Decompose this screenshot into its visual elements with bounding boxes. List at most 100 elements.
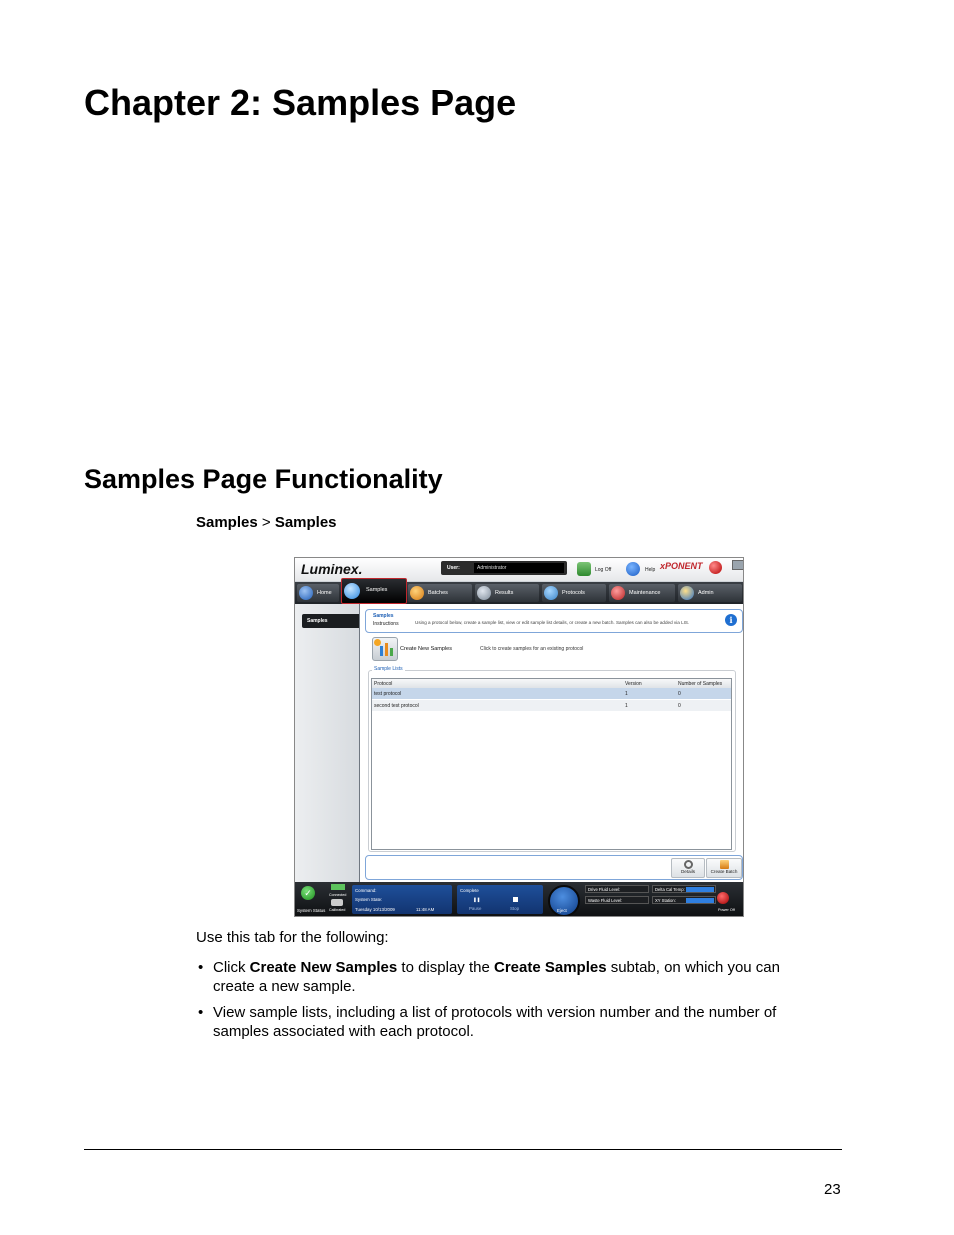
delta-cal-label: Delta Cal Temp:: [655, 887, 685, 892]
create-batch-label: Create Batch: [710, 869, 738, 874]
table-cell: 1: [625, 703, 628, 709]
tab-protocols[interactable]: Protocols: [542, 584, 606, 602]
samples-icon: [344, 583, 360, 599]
breadcrumb: Samples > Samples: [196, 514, 337, 531]
nav-bar: Home Samples Batches Results Protocols M…: [295, 578, 743, 604]
tab-samples[interactable]: Samples: [341, 578, 407, 604]
log-off-icon[interactable]: [577, 562, 591, 576]
home-icon: [299, 586, 313, 600]
tab-label: Results: [495, 590, 514, 596]
drive-fluid-label: Drive Fluid Level:: [588, 887, 621, 892]
user-box: User: Administrator: [441, 561, 567, 575]
user-label: User:: [447, 565, 460, 571]
section-title: Samples Page Functionality: [84, 464, 443, 494]
bullet-text: to display the: [397, 959, 494, 976]
power-off-label: Power Off: [718, 908, 735, 912]
maintenance-icon: [611, 586, 625, 600]
create-new-samples-description: Click to create samples for an existing …: [480, 646, 584, 652]
tab-batches[interactable]: Batches: [408, 584, 472, 602]
luminex-logo: Luminex.: [301, 561, 363, 577]
time-label: 11:48 AM: [416, 907, 435, 912]
check-icon: ✓: [301, 886, 315, 900]
bullet-marker: •: [198, 959, 204, 976]
bullet-bold: Create Samples: [493, 959, 607, 976]
waste-fluid-label: Waste Fluid Level:: [588, 898, 623, 903]
tab-maintenance[interactable]: Maintenance: [609, 584, 675, 602]
intro-text: Use this tab for the following:: [196, 929, 389, 946]
details-label: Details: [680, 869, 696, 874]
calibrated-icon: [331, 899, 343, 906]
page-number: 23: [824, 1181, 841, 1198]
table-row[interactable]: test protocol 1 0: [372, 688, 731, 699]
tab-label: Home: [317, 590, 332, 596]
stop-icon[interactable]: [513, 897, 518, 902]
pause-icon[interactable]: ❚❚: [473, 897, 480, 903]
log-off-button[interactable]: Log Off: [595, 567, 611, 573]
bullet-list: • Click Create New Samples to display th…: [196, 958, 816, 1048]
column-header[interactable]: Number of Samples: [678, 681, 722, 687]
create-batch-button[interactable]: Create Batch: [706, 858, 742, 878]
table-cell: test protocol: [374, 691, 402, 697]
sample-lists-title: Sample Lists: [372, 666, 405, 672]
xy-station-label: XY Station:: [655, 898, 676, 903]
column-header[interactable]: Protocol: [374, 681, 392, 687]
tab-label: Protocols: [562, 590, 585, 596]
sample-lists-table: Protocol Version Number of Samples test …: [371, 678, 732, 850]
command-label: Command:: [355, 888, 377, 893]
samples-page-screenshot: Luminex. User: Administrator Log Off Hel…: [294, 557, 744, 917]
create-batch-icon: [719, 860, 729, 869]
table-cell: 0: [678, 691, 681, 697]
results-icon: [477, 586, 491, 600]
date-label: Tuesday 10/13/2009: [355, 907, 395, 912]
help-button[interactable]: Help: [645, 567, 655, 573]
table-cell: second test protocol: [374, 703, 419, 709]
tab-home[interactable]: Home: [297, 584, 339, 602]
tab-label: Samples: [366, 587, 388, 593]
bullet-marker: •: [198, 1004, 204, 1021]
sidebar: Samples: [295, 604, 359, 882]
stop-button[interactable]: Stop: [510, 906, 519, 911]
create-new-samples-button[interactable]: Create New Samples: [400, 646, 452, 652]
window-control-icon[interactable]: [732, 560, 743, 570]
drive-fluid-level: Drive Fluid Level:: [585, 885, 649, 893]
command-box: Command: System State: Tuesday 10/13/200…: [352, 885, 452, 914]
action-panel: Details Create Batch: [365, 855, 743, 880]
list-item: • View sample lists, including a list of…: [196, 1003, 816, 1041]
list-item: • Click Create New Samples to display th…: [196, 958, 816, 996]
tab-label: Admin: [698, 590, 714, 596]
bullet-bold: Create New Samples: [249, 959, 398, 976]
breadcrumb-part: Samples: [196, 514, 258, 531]
complete-label: Complete: [460, 888, 479, 893]
calibrated-label: Calibrated: [329, 908, 346, 912]
sidebar-item-samples[interactable]: Samples: [302, 614, 359, 628]
breadcrumb-part: Samples: [274, 514, 337, 531]
xponent-logo: xPONENT: [660, 561, 703, 571]
table-cell: 1: [625, 691, 628, 697]
admin-icon: [680, 586, 694, 600]
waste-fluid-level: Waste Fluid Level:: [585, 896, 649, 904]
instructions-subtitle: Instructions: [373, 621, 399, 627]
bullet-text: Click: [213, 959, 250, 976]
progress-box: Complete ❚❚ Pause Stop: [457, 885, 543, 914]
table-row[interactable]: second test protocol 1 0: [372, 700, 731, 711]
protocols-icon: [544, 586, 558, 600]
details-button[interactable]: Details: [671, 858, 705, 878]
instructions-panel: Samples Instructions Using a protocol be…: [365, 609, 743, 633]
system-status-label: System Status: [297, 908, 326, 913]
tab-results[interactable]: Results: [475, 584, 539, 602]
connected-label: Connected: [329, 893, 347, 897]
info-icon[interactable]: i: [725, 614, 737, 626]
breadcrumb-separator: >: [261, 514, 271, 531]
tab-admin[interactable]: Admin: [678, 584, 742, 602]
tab-label: Maintenance: [629, 590, 661, 596]
power-off-icon[interactable]: [717, 892, 729, 904]
footer-divider: [84, 1149, 842, 1150]
column-header[interactable]: Version: [625, 681, 642, 687]
main-panel: Samples Instructions Using a protocol be…: [359, 604, 743, 882]
create-new-samples-icon[interactable]: [372, 637, 398, 661]
pause-button[interactable]: Pause: [469, 906, 481, 911]
tab-label: Batches: [428, 590, 448, 596]
delta-cal-temp: Delta Cal Temp:: [652, 885, 716, 893]
help-icon[interactable]: [626, 562, 640, 576]
chapter-title: Chapter 2: Samples Page: [84, 82, 517, 123]
